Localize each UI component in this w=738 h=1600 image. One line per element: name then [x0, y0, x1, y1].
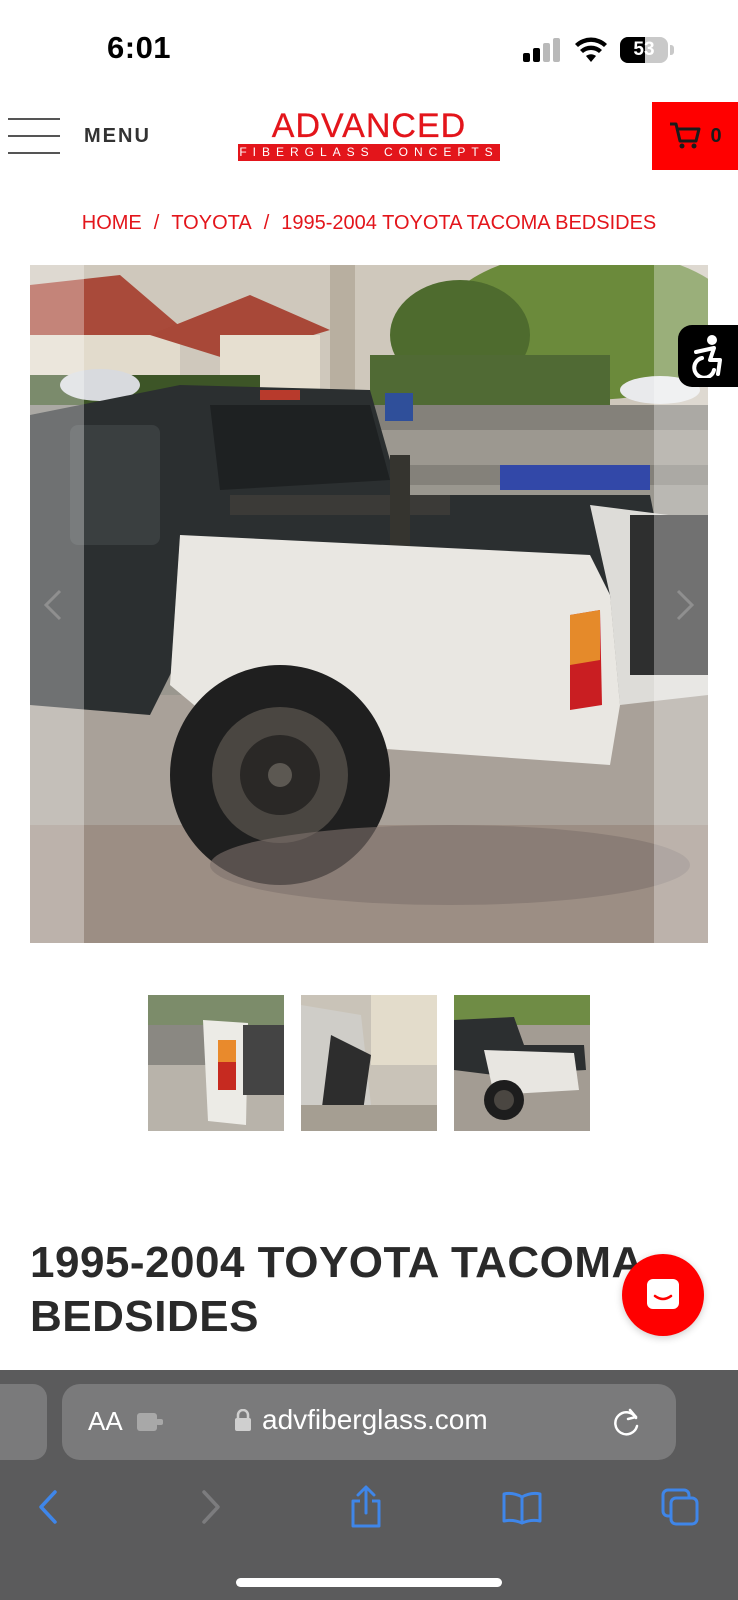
text-size-button[interactable]: AA: [88, 1406, 123, 1437]
menu-label: MENU: [84, 124, 151, 147]
url-field[interactable]: AA advfiberglass.com: [62, 1384, 676, 1460]
thumbnail-3[interactable]: [454, 995, 590, 1131]
share-button[interactable]: [341, 1482, 391, 1532]
chevron-right-icon[interactable]: [670, 585, 700, 625]
url-text: advfiberglass.com: [262, 1404, 488, 1435]
forward-button[interactable]: [185, 1482, 235, 1532]
tabs-icon: [661, 1488, 699, 1526]
menu-button[interactable]: MENU: [8, 116, 151, 156]
product-title: 1995-2004 TOYOTA TACOMA BEDSIDES: [30, 1238, 643, 1341]
status-time: 6:01: [107, 30, 172, 65]
previous-tab[interactable]: [0, 1384, 47, 1460]
browser-toolbar: [0, 1482, 738, 1542]
signal-icon: [523, 38, 563, 62]
breadcrumb-current[interactable]: 1995-2004 TOYOTA TACOMA BEDSIDES: [281, 212, 656, 234]
lock-icon: [235, 1409, 251, 1431]
bedside-rear-photo: [148, 995, 284, 1131]
cart-button[interactable]: 0: [652, 102, 738, 170]
logo-subtitle: FIBERGLASS CONCEPTS: [238, 144, 500, 161]
bedside-side-photo: [301, 995, 437, 1131]
main-product-image[interactable]: [30, 265, 708, 943]
battery-icon: 53: [620, 37, 668, 63]
wifi-icon: [575, 37, 607, 62]
share-icon: [351, 1485, 381, 1528]
thumbnail-1[interactable]: [148, 995, 284, 1131]
accessibility-button[interactable]: [678, 325, 738, 387]
breadcrumb-toyota[interactable]: TOYOTA: [171, 212, 251, 234]
extension-icon[interactable]: [136, 1410, 166, 1434]
url-display: advfiberglass.com: [234, 1404, 488, 1436]
thumbnail-2[interactable]: [301, 995, 437, 1131]
battery-level: 53: [633, 39, 655, 60]
accessibility-icon: [692, 335, 722, 378]
browser-bottom-bar: AA advfiberglass.com: [0, 1370, 738, 1600]
logo-wordmark: ADVANCED: [271, 107, 467, 145]
text-size-label: AA: [88, 1406, 123, 1436]
reload-icon[interactable]: [612, 1406, 642, 1438]
breadcrumb-separator: /: [263, 212, 270, 234]
back-icon: [39, 1490, 57, 1524]
status-bar: 6:01 53: [0, 0, 738, 100]
thumbnail-strip: [148, 995, 590, 1131]
back-button[interactable]: [24, 1482, 74, 1532]
breadcrumb-separator: /: [153, 212, 160, 234]
site-logo[interactable]: ADVANCED FIBERGLASS CONCEPTS: [238, 107, 500, 161]
chat-icon: [647, 1279, 679, 1309]
cart-icon: [670, 122, 701, 149]
cart-count: 0: [710, 124, 722, 147]
breadcrumb-home[interactable]: HOME: [82, 212, 142, 234]
chat-button[interactable]: [622, 1254, 704, 1336]
bookmarks-icon: [502, 1491, 542, 1525]
tabs-button[interactable]: [655, 1482, 705, 1532]
site-header: MENU ADVANCED FIBERGLASS CONCEPTS 0: [0, 100, 738, 190]
truck-photo: [30, 265, 708, 943]
bookmarks-button[interactable]: [497, 1482, 547, 1532]
forward-icon: [202, 1490, 220, 1524]
chevron-left-icon[interactable]: [38, 585, 68, 625]
breadcrumb: HOME / TOYOTA / 1995-2004 TOYOTA TACOMA BEDS…: [0, 212, 738, 235]
hamburger-icon: [8, 116, 60, 156]
home-indicator: [236, 1578, 502, 1587]
truck-full-photo: [454, 995, 590, 1131]
battery-tip: [670, 45, 674, 55]
